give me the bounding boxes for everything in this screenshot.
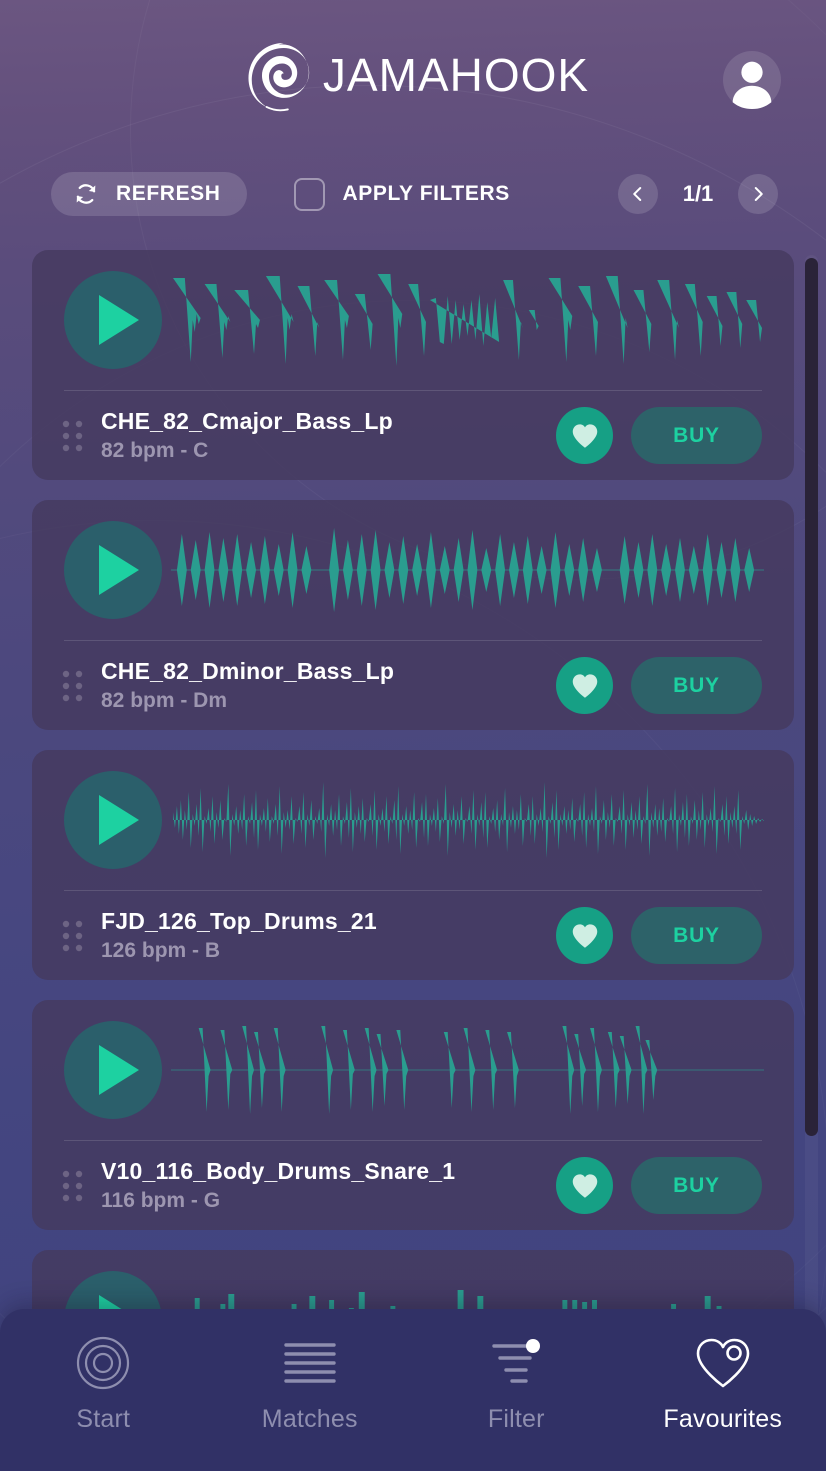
buy-button[interactable]: BUY (631, 407, 762, 464)
favourite-button[interactable] (556, 907, 613, 964)
waveform[interactable] (171, 770, 764, 870)
user-avatar-icon[interactable] (723, 51, 781, 109)
waveform-graphic (171, 528, 764, 612)
heart-filled-icon (572, 423, 597, 448)
apply-filters-checkbox[interactable] (293, 177, 325, 211)
chevron-right-icon (754, 187, 763, 201)
drag-handle-icon[interactable] (62, 919, 84, 953)
app-header: JAMAHOOK (0, 0, 826, 150)
heart-filled-icon (572, 673, 597, 698)
heart-filled-icon (572, 923, 597, 948)
track-card[interactable]: FJD_126_Top_Drums_21 126 bpm - B BUY (32, 750, 794, 980)
track-card-player (32, 1000, 794, 1140)
play-button[interactable] (64, 771, 162, 869)
track-card[interactable]: V10_116_Body_Drums_Snare_1 116 bpm - G B… (32, 1000, 794, 1230)
favourite-button[interactable] (556, 1157, 613, 1214)
track-card[interactable]: CHE_82_Dminor_Bass_Lp 82 bpm - Dm BUY (32, 500, 794, 730)
waveform-graphic (172, 782, 764, 858)
nav-item-matches[interactable]: Matches (207, 1335, 414, 1434)
track-card-meta: FJD_126_Top_Drums_21 126 bpm - B BUY (32, 891, 794, 980)
nav-label-matches: Matches (261, 1405, 358, 1433)
drag-handle-icon[interactable] (62, 419, 84, 453)
brand-name: JAMAHOOK (322, 49, 590, 101)
track-subtitle: 82 bpm - Dm (101, 689, 228, 712)
favourite-button[interactable] (556, 657, 613, 714)
track-subtitle: 126 bpm - B (101, 939, 221, 962)
refresh-icon (76, 184, 96, 204)
refresh-button[interactable]: REFRESH (51, 172, 247, 216)
jamahook-spiral-logo-icon (248, 43, 310, 112)
buy-button[interactable]: BUY (631, 1157, 762, 1214)
track-title: FJD_126_Top_Drums_21 (101, 908, 377, 934)
play-icon (99, 795, 139, 845)
bottom-navigation: Start Matches Filter Favourites (0, 1309, 826, 1471)
waveform[interactable] (171, 1020, 764, 1120)
prev-page-button[interactable] (618, 174, 658, 214)
track-title: V10_116_Body_Drums_Snare_1 (101, 1158, 456, 1184)
waveform[interactable] (171, 270, 764, 370)
nav-label-filter: Filter (487, 1405, 545, 1433)
toolbar: REFRESH APPLY FILTERS 1/1 (0, 150, 826, 238)
nav-label-favourites: Favourites (663, 1405, 783, 1433)
waveform-graphic (171, 1026, 764, 1114)
app-root: JAMAHOOK REFRESH APPLY FILTERS 1/1 CHE_8… (0, 0, 826, 1471)
drag-handle-icon[interactable] (62, 1169, 84, 1203)
track-card-player (32, 250, 794, 390)
track-title: CHE_82_Cmajor_Bass_Lp (101, 408, 393, 434)
play-button[interactable] (64, 271, 162, 369)
list-lines-icon (283, 1335, 337, 1391)
target-rings-icon (75, 1335, 131, 1391)
track-card-meta: CHE_82_Dminor_Bass_Lp 82 bpm - Dm BUY (32, 641, 794, 730)
chevron-left-icon (633, 187, 642, 201)
track-card-player (32, 750, 794, 890)
track-meta: FJD_126_Top_Drums_21 126 bpm - B (101, 908, 556, 963)
heart-filled-icon (572, 1173, 597, 1198)
heart-outline-icon (694, 1335, 752, 1391)
track-meta: CHE_82_Cmajor_Bass_Lp 82 bpm - C (101, 408, 556, 463)
buy-button[interactable]: BUY (631, 657, 762, 714)
refresh-label: REFRESH (116, 182, 221, 205)
play-icon (99, 545, 139, 595)
play-icon (99, 1045, 139, 1095)
apply-filters-label: APPLY FILTERS (342, 182, 510, 205)
track-title: CHE_82_Dminor_Bass_Lp (101, 658, 395, 684)
play-button[interactable] (64, 1021, 162, 1119)
track-card-player (32, 500, 794, 640)
drag-handle-icon[interactable] (62, 669, 84, 703)
next-page-button[interactable] (738, 174, 778, 214)
play-button[interactable] (64, 521, 162, 619)
track-meta: V10_116_Body_Drums_Snare_1 116 bpm - G (101, 1158, 556, 1213)
favourite-button[interactable] (556, 407, 613, 464)
nav-item-filter[interactable]: Filter (413, 1335, 620, 1434)
list-scrollbar-thumb[interactable] (805, 258, 818, 1136)
nav-item-favourites[interactable]: Favourites (620, 1335, 826, 1434)
track-card-meta: CHE_82_Cmajor_Bass_Lp 82 bpm - C BUY (32, 391, 794, 480)
list-scrollbar-track[interactable] (805, 255, 818, 1335)
apply-filters-group[interactable]: APPLY FILTERS (293, 177, 510, 211)
pagination: 1/1 (618, 174, 778, 214)
buy-button[interactable]: BUY (631, 907, 762, 964)
waveform[interactable] (171, 520, 764, 620)
play-icon (99, 295, 139, 345)
track-card[interactable]: CHE_82_Cmajor_Bass_Lp 82 bpm - C BUY (32, 250, 794, 480)
track-meta: CHE_82_Dminor_Bass_Lp 82 bpm - Dm (101, 658, 556, 713)
filter-slider-icon (488, 1335, 544, 1391)
nav-label-start: Start (76, 1405, 131, 1433)
page-indicator: 1/1 (682, 181, 714, 206)
waveform-graphic (172, 274, 763, 366)
track-list: CHE_82_Cmajor_Bass_Lp 82 bpm - C BUY CHE… (0, 250, 826, 1471)
track-subtitle: 116 bpm - G (101, 1189, 221, 1212)
track-card-meta: V10_116_Body_Drums_Snare_1 116 bpm - G B… (32, 1141, 794, 1230)
nav-item-start[interactable]: Start (0, 1335, 207, 1434)
brand-logo[interactable]: JAMAHOOK (237, 34, 589, 116)
track-subtitle: 82 bpm - C (101, 439, 209, 462)
